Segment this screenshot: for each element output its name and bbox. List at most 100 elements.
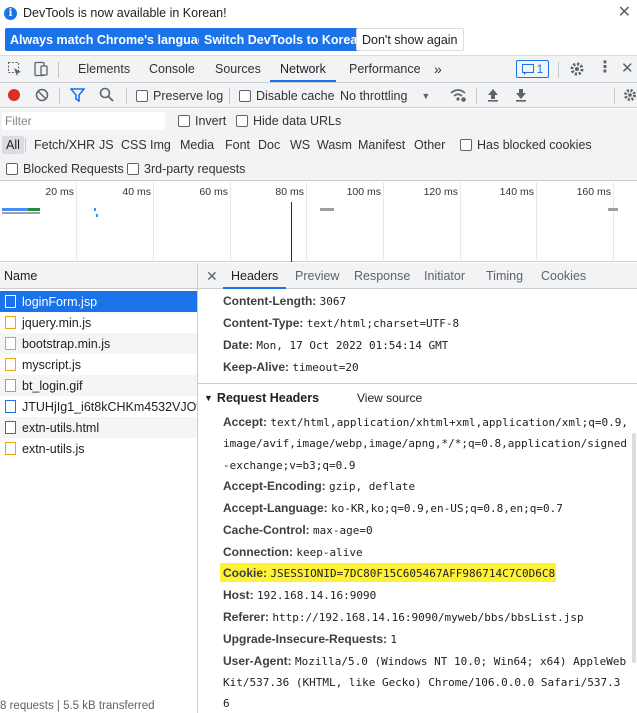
header-value: timeout=20 — [292, 361, 359, 374]
type-filter-fetch-xhr[interactable]: Fetch/XHR — [34, 136, 95, 154]
tab-preview[interactable]: Preview — [295, 263, 339, 289]
request-row-bootstrap[interactable]: bootstrap.min.js — [0, 333, 197, 354]
request-row-extn-utils-js[interactable]: extn-utils.js — [0, 438, 197, 459]
request-header-row-accept: Accept: text/html,application/xhtml+xml,… — [223, 411, 628, 434]
request-row-jquery[interactable]: jquery.min.js — [0, 312, 197, 333]
request-row-loginform[interactable]: loginForm.jsp — [0, 291, 197, 312]
timeline-bar — [94, 208, 96, 211]
response-header-row: Content-Type: text/html;charset=UTF-8 — [223, 312, 459, 335]
type-filter-css[interactable]: CSS — [121, 136, 147, 154]
preserve-log-checkbox[interactable]: Preserve log — [136, 87, 223, 104]
tab-response[interactable]: Response — [354, 263, 410, 289]
disable-cache-checkbox[interactable]: Disable cache — [239, 87, 335, 104]
hide-data-urls-label: Hide data URLs — [253, 114, 342, 128]
blocked-filters-row: Blocked Requests 3rd-party requests — [0, 157, 637, 181]
request-row-myscript[interactable]: myscript.js — [0, 354, 197, 375]
request-name: bt_login.gif — [22, 378, 83, 393]
language-infobar: i DevTools is now available in Korean! ✕… — [0, 0, 637, 56]
tab-headers[interactable]: Headers — [223, 263, 287, 289]
close-devtools-icon[interactable]: ✕ — [621, 59, 634, 77]
clear-icon[interactable] — [35, 88, 49, 102]
request-header-row: Upgrade-Insecure-Requests: 1 — [223, 628, 397, 651]
more-options-icon[interactable]: ⋮ — [597, 58, 613, 78]
name-column-header[interactable]: Name — [0, 263, 197, 289]
header-key: User-Agent: — [223, 654, 292, 668]
more-tabs-chevron-icon[interactable]: » — [434, 56, 442, 82]
header-value: http://192.168.14.16:9090/myweb/bbs/bbsL… — [272, 611, 584, 624]
type-filter-js[interactable]: JS — [99, 136, 114, 154]
tab-cookies[interactable]: Cookies — [541, 263, 586, 289]
network-toolbar: Preserve log Disable cache No throttling… — [0, 83, 637, 108]
tab-performance[interactable]: Performance — [349, 56, 421, 82]
tab-network[interactable]: Network — [270, 56, 336, 82]
request-header-row: Connection: keep-alive — [223, 541, 363, 564]
type-filter-manifest[interactable]: Manifest — [358, 136, 405, 154]
issues-badge[interactable]: 1 — [516, 60, 549, 78]
tab-initiator[interactable]: Initiator — [424, 263, 465, 289]
script-file-icon — [5, 337, 16, 350]
type-filter-other[interactable]: Other — [414, 136, 445, 154]
view-source-link[interactable]: View source — [357, 387, 422, 409]
has-blocked-cookies-checkbox[interactable]: Has blocked cookies — [460, 136, 592, 154]
type-filter-img[interactable]: Img — [150, 136, 171, 154]
request-header-row: Accept-Language: ko-KR,ko;q=0.9,en-US;q=… — [223, 497, 563, 520]
third-party-checkbox[interactable]: 3rd-party requests — [127, 160, 245, 178]
export-har-download-icon[interactable] — [514, 87, 528, 103]
request-row-bt-login[interactable]: bt_login.gif — [0, 375, 197, 396]
header-value: keep-alive — [296, 546, 363, 559]
tick-label: 60 ms — [199, 186, 228, 198]
close-infobar-icon[interactable]: ✕ — [618, 2, 631, 22]
switch-to-korean-button[interactable]: Switch DevTools to Korean — [199, 28, 370, 51]
infobar-message-row: i DevTools is now available in Korean! — [4, 4, 227, 22]
response-header-row: Date: Mon, 17 Oct 2022 01:54:14 GMT — [223, 334, 448, 357]
import-har-upload-icon[interactable] — [486, 87, 500, 103]
infobar-message: DevTools is now available in Korean! — [23, 6, 227, 20]
tab-elements[interactable]: Elements — [78, 56, 130, 82]
header-key: Accept-Language: — [223, 501, 328, 515]
inspect-element-icon[interactable] — [7, 61, 23, 77]
tab-console[interactable]: Console — [149, 56, 195, 82]
type-filter-font[interactable]: Font — [225, 136, 250, 154]
checkbox-icon — [127, 163, 139, 175]
tab-sources[interactable]: Sources — [215, 56, 261, 82]
settings-gear-icon[interactable] — [568, 60, 586, 78]
search-icon[interactable] — [99, 87, 114, 102]
network-conditions-wifi-icon[interactable] — [449, 87, 467, 103]
invert-checkbox[interactable]: Invert — [178, 112, 226, 130]
request-headers-section-toggle[interactable]: ▼ Request Headers — [204, 387, 319, 409]
request-header-row: Accept-Encoding: gzip, deflate — [223, 475, 415, 498]
type-filter-doc[interactable]: Doc — [258, 136, 280, 154]
close-detail-icon[interactable]: ✕ — [206, 263, 218, 289]
request-name: bootstrap.min.js — [22, 336, 111, 351]
dont-show-again-button[interactable]: Don't show again — [356, 28, 464, 51]
type-filter-ws[interactable]: WS — [290, 136, 310, 154]
record-icon[interactable] — [7, 88, 21, 102]
tick-label: 80 ms — [275, 186, 304, 198]
document-file-icon — [5, 295, 16, 308]
timeline-bar — [320, 208, 334, 211]
header-value: text/html,application/xhtml+xml,applicat… — [270, 416, 628, 429]
script-file-icon — [5, 358, 16, 371]
filter-funnel-icon[interactable] — [70, 88, 85, 102]
tab-timing[interactable]: Timing — [486, 263, 523, 289]
font-file-icon — [5, 400, 16, 413]
request-row-extn-utils-html[interactable]: extn-utils.html — [0, 417, 197, 438]
hide-data-urls-checkbox[interactable]: Hide data URLs — [236, 112, 341, 130]
type-filter-wasm[interactable]: Wasm — [317, 136, 352, 154]
always-match-language-button[interactable]: Always match Chrome's language — [5, 28, 218, 51]
throttling-select[interactable]: No throttling ▼ — [340, 87, 430, 104]
network-settings-gear-icon[interactable] — [622, 87, 637, 103]
timeline-bar — [96, 214, 98, 217]
network-overview-timeline[interactable]: 20 ms 40 ms 60 ms 80 ms 100 ms 120 ms 14… — [0, 182, 637, 262]
request-row-woff2[interactable]: JTUHjIg1_i6t8kCHKm4532VJOt5-QNFgpCtr6Hw5… — [0, 396, 197, 417]
request-detail-pane: ✕ Headers Preview Response Initiator Tim… — [198, 263, 637, 713]
checkbox-icon — [136, 89, 148, 102]
vertical-scrollbar[interactable] — [632, 433, 636, 663]
blocked-requests-checkbox[interactable]: Blocked Requests — [6, 160, 124, 178]
type-filter-media[interactable]: Media — [180, 136, 214, 154]
header-value: 1 — [390, 633, 398, 646]
type-filter-all[interactable]: All — [2, 136, 24, 154]
timeline-bar — [28, 208, 40, 211]
device-toolbar-icon[interactable] — [33, 61, 49, 77]
filter-input[interactable]: Filter — [2, 112, 165, 130]
